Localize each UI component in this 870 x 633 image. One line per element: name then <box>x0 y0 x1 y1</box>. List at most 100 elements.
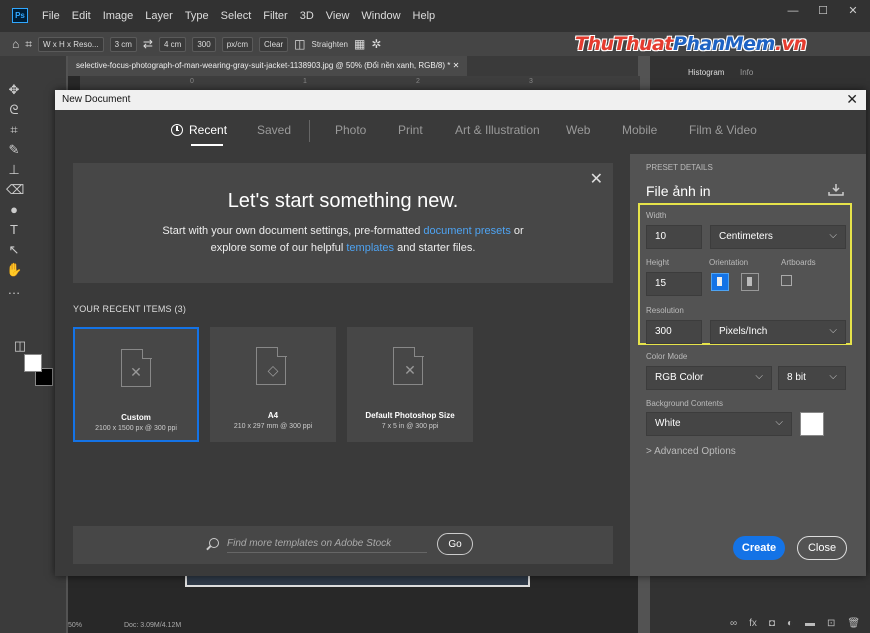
menu-select[interactable]: Select <box>221 10 252 22</box>
tab-photo[interactable]: Photo <box>335 123 366 137</box>
straighten-icon[interactable]: ◫ <box>294 37 305 51</box>
hand-tool-icon[interactable]: ✋ <box>6 262 22 278</box>
menu-filter[interactable]: Filter <box>263 10 287 22</box>
swap-icon[interactable]: ⇄ <box>143 37 153 51</box>
grid-overlay-icon[interactable]: ▦ <box>354 37 365 51</box>
close-button[interactable]: Close <box>797 536 847 560</box>
lasso-tool-icon[interactable]: ᘓ <box>6 102 22 118</box>
panel-footer-icons: ∞ fx ◘ ◐ ▬ ⊡ 🗑 <box>730 618 860 629</box>
tab-mobile[interactable]: Mobile <box>622 123 657 137</box>
welcome-close-icon[interactable]: ✕ <box>590 169 603 189</box>
dialog-close-icon[interactable]: ✕ <box>846 91 858 108</box>
menu-image[interactable]: Image <box>103 10 134 22</box>
home-icon[interactable]: ⌂ <box>12 37 19 51</box>
resolution-label: Resolution <box>646 306 684 315</box>
window-controls: — ☐ ✕ <box>782 4 864 18</box>
menu-layer[interactable]: Layer <box>145 10 173 22</box>
recent-item-custom[interactable]: ✕ Custom 2100 x 1500 px @ 300 ppi <box>73 327 199 442</box>
eraser-tool-icon[interactable]: ⌫ <box>6 182 24 198</box>
templates-link[interactable]: templates <box>346 242 394 254</box>
blur-tool-icon[interactable]: ● <box>6 202 22 217</box>
foreground-color-swatch[interactable] <box>24 354 42 372</box>
tab-recent[interactable]: Recent <box>171 123 227 137</box>
link-icon[interactable]: ∞ <box>730 618 737 629</box>
background-contents-select[interactable]: White <box>646 412 792 436</box>
preset-name[interactable]: File ảnh in <box>646 183 711 199</box>
crop-tool-icon[interactable]: ⌗ <box>25 37 32 52</box>
tab-saved[interactable]: Saved <box>257 123 291 137</box>
stamp-tool-icon[interactable]: ⊥ <box>6 162 22 178</box>
ratio-select[interactable]: W x H x Reso... <box>38 36 104 52</box>
width-input[interactable]: 10 <box>646 225 702 249</box>
more-tools-icon[interactable]: … <box>6 282 22 297</box>
menu-type[interactable]: Type <box>185 10 209 22</box>
crop-width-input[interactable]: 3 cm <box>109 36 137 52</box>
window-close-icon[interactable]: ✕ <box>842 4 864 18</box>
mask-icon[interactable]: ◘ <box>769 618 775 629</box>
tab-histogram[interactable]: Histogram <box>688 68 724 77</box>
clear-button[interactable]: Clear <box>259 36 289 52</box>
settings-gear-icon[interactable]: ✲ <box>371 37 381 51</box>
tab-close-icon[interactable]: ✕ <box>453 61 460 70</box>
type-tool-icon[interactable]: T <box>6 222 22 237</box>
advanced-options-toggle[interactable]: > Advanced Options <box>646 446 736 457</box>
bit-depth-select[interactable]: 8 bit <box>778 366 846 390</box>
resolution-input[interactable]: 300 <box>646 320 702 344</box>
stock-search-bar: Go <box>73 526 613 564</box>
unit-select[interactable]: px/cm <box>221 36 254 52</box>
stock-search-input[interactable] <box>227 535 427 553</box>
document-tab[interactable]: selective-focus-photograph-of-man-wearin… <box>68 56 468 76</box>
healing-tool-icon[interactable]: ✎ <box>6 142 22 158</box>
move-tool-icon[interactable]: ✥ <box>6 82 22 98</box>
tab-web[interactable]: Web <box>566 123 590 137</box>
main-menu: File Edit Image Layer Type Select Filter… <box>42 0 435 32</box>
save-preset-icon[interactable] <box>828 184 844 196</box>
create-button[interactable]: Create <box>733 536 785 560</box>
go-button[interactable]: Go <box>437 533 473 555</box>
search-icon <box>209 538 219 548</box>
color-mode-select[interactable]: RGB Color <box>646 366 772 390</box>
menu-edit[interactable]: Edit <box>72 10 91 22</box>
crop-tool-icon[interactable]: ⌗ <box>6 122 22 138</box>
quick-mask-icon[interactable]: ◫ <box>12 338 28 354</box>
new-layer-icon[interactable]: ⊡ <box>827 618 835 629</box>
menu-file[interactable]: File <box>42 10 60 22</box>
height-label: Height <box>646 258 670 267</box>
resolution-unit-select[interactable]: Pixels/Inch <box>710 320 846 344</box>
menu-view[interactable]: View <box>326 10 350 22</box>
photoshop-logo: Ps <box>12 8 28 23</box>
presets-pane: ✕ Let's start something new. Start with … <box>55 154 630 576</box>
clock-icon <box>171 124 183 136</box>
adjustment-icon[interactable]: ◐ <box>787 618 793 629</box>
recent-item-default-photoshop-size[interactable]: ✕ Default Photoshop Size 7 x 5 in @ 300 … <box>347 327 473 442</box>
height-input[interactable]: 15 <box>646 272 702 296</box>
crop-height-input[interactable]: 4 cm <box>158 36 187 52</box>
background-color-swatch[interactable] <box>800 412 824 436</box>
landscape-orientation-icon[interactable] <box>741 273 759 291</box>
tab-info[interactable]: Info <box>740 68 753 77</box>
artboards-checkbox[interactable] <box>781 275 792 286</box>
shape-icon: ◇ <box>267 362 279 378</box>
tab-print[interactable]: Print <box>398 123 423 137</box>
background-contents-label: Background Contents <box>646 399 723 408</box>
straighten-label[interactable]: Straighten <box>312 40 348 49</box>
crop-resolution-input[interactable]: 300 <box>192 36 216 52</box>
tab-film-video[interactable]: Film & Video <box>689 123 757 137</box>
fx-icon[interactable]: fx <box>749 618 757 629</box>
maximize-icon[interactable]: ☐ <box>812 4 834 18</box>
recent-item-a4[interactable]: ◇ A4 210 x 297 mm @ 300 ppi <box>210 327 336 442</box>
menu-help[interactable]: Help <box>413 10 436 22</box>
trash-icon[interactable]: 🗑 <box>847 618 860 629</box>
minimize-icon[interactable]: — <box>782 4 804 18</box>
menu-3d[interactable]: 3D <box>300 10 314 22</box>
tab-art-illustration[interactable]: Art & Illustration <box>455 123 540 137</box>
folder-icon[interactable]: ▬ <box>805 618 815 629</box>
document-presets-link[interactable]: document presets <box>423 225 510 237</box>
artboards-label: Artboards <box>781 258 816 267</box>
menu-window[interactable]: Window <box>361 10 400 22</box>
portrait-orientation-icon[interactable] <box>711 273 729 291</box>
ruler-tick: 0 <box>190 78 194 85</box>
width-label: Width <box>646 211 667 220</box>
width-unit-select[interactable]: Centimeters <box>710 225 846 249</box>
path-select-icon[interactable]: ↖ <box>6 242 22 258</box>
